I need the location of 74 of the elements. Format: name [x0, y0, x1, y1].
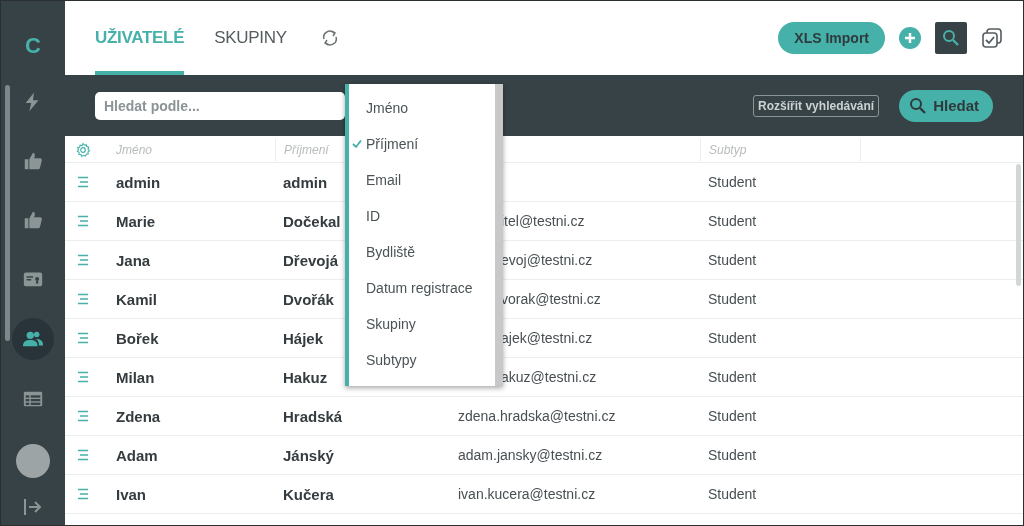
- table-cell-text: adam.jansky@testni.cz: [457, 447, 603, 463]
- menu-item[interactable]: Jméno: [349, 90, 479, 126]
- table-cell-text: itel@testni.cz: [500, 213, 585, 229]
- table-cell-text: Student: [707, 408, 757, 424]
- table-cell-text: Student: [707, 291, 757, 307]
- scrollbar[interactable]: [1016, 164, 1021, 286]
- table-cell-text: Jánský: [282, 446, 334, 464]
- refresh-icon[interactable]: [320, 29, 339, 47]
- menu-item[interactable]: Bydliště: [349, 234, 479, 270]
- settings-icon[interactable]: [75, 142, 91, 158]
- drag-handle-icon[interactable]: [75, 252, 91, 268]
- search-icon: [942, 29, 960, 47]
- drag-handle-icon[interactable]: [75, 447, 91, 463]
- table-cell-text: Dočekal: [282, 212, 341, 230]
- table-cell-text: Marie: [115, 212, 156, 230]
- scrollbar[interactable]: [5, 85, 10, 341]
- drag-handle-icon[interactable]: [75, 330, 91, 346]
- table-cell-text: Student: [707, 252, 757, 268]
- avatar[interactable]: [16, 444, 50, 478]
- table-cell-text: Jana: [115, 251, 151, 269]
- table-cell-text: Dřevojá: [282, 251, 339, 269]
- table-cell-text: Kamil: [115, 290, 157, 308]
- table-cell-text: Hájek: [282, 329, 324, 347]
- search-icon: [909, 96, 928, 115]
- expand-search-button[interactable]: Rozšířit vyhledávání: [753, 94, 880, 117]
- select-all-icon[interactable]: [981, 27, 1003, 49]
- menu-item[interactable]: Datum registrace: [349, 270, 479, 306]
- menu-item[interactable]: ID: [349, 198, 479, 234]
- drag-handle-icon[interactable]: [75, 486, 91, 502]
- xls-import-button[interactable]: XLS Import: [778, 22, 885, 54]
- thumbs-up-icon: [22, 150, 44, 172]
- drag-handle-icon[interactable]: [75, 291, 91, 307]
- table-cell-text: Ivan: [115, 485, 146, 503]
- table-cell-text: akuz@testni.cz: [500, 369, 597, 385]
- table-cell-text: Student: [707, 213, 757, 229]
- table-cell-text: Student: [707, 369, 757, 385]
- logout-icon[interactable]: [23, 498, 43, 516]
- table-cell-text: Zdena: [115, 407, 161, 425]
- table-cell-text: admin: [282, 173, 328, 191]
- logo[interactable]: C: [25, 33, 41, 63]
- table-cell-text: Student: [707, 330, 757, 346]
- table-cell-text: Student: [707, 447, 757, 463]
- add-icon[interactable]: [899, 27, 921, 49]
- search-toggle-button[interactable]: [935, 22, 967, 54]
- table-cell-text: evoj@testni.cz: [500, 252, 593, 268]
- table-cell-text: Milan: [115, 368, 155, 386]
- search-field[interactable]: Hledat podle...: [95, 91, 345, 120]
- drag-handle-icon[interactable]: [75, 213, 91, 229]
- table-cell-text: Kučera: [282, 485, 334, 503]
- table-cell-text: Student: [707, 486, 757, 502]
- search-button[interactable]: Hledat: [899, 89, 993, 122]
- table-cell-text: Dvořák: [282, 290, 334, 308]
- table-cell-text: zdena.hradska@testni.cz: [457, 408, 616, 424]
- table-cell-text: admin: [115, 173, 161, 191]
- menu-item[interactable]: Email: [349, 162, 479, 198]
- thumbs-up-icon: [22, 209, 44, 231]
- table-cell-text: Hradská: [282, 407, 343, 425]
- table-cell-text: Adam: [115, 446, 158, 464]
- table-cell-text: ivan.kucera@testni.cz: [457, 486, 596, 502]
- drag-handle-icon[interactable]: [75, 369, 91, 385]
- table-cell-text: Hakuz: [282, 368, 328, 386]
- menu-item[interactable]: Skupiny: [349, 306, 479, 342]
- table-cell-text: vorak@testni.cz: [500, 291, 601, 307]
- scrollbar[interactable]: [495, 84, 503, 386]
- tab[interactable]: SKUPINY: [214, 1, 287, 75]
- menu-item[interactable]: Subtypy: [349, 342, 479, 378]
- check-icon: [352, 139, 362, 149]
- menu-item[interactable]: Příjmení: [349, 126, 479, 162]
- sidebar-item[interactable]: [12, 318, 54, 360]
- drag-handle-icon[interactable]: [75, 174, 91, 190]
- table-cell-text: Bořek: [115, 329, 159, 347]
- drag-handle-icon[interactable]: [75, 408, 91, 424]
- table-cell-text: Student: [707, 174, 757, 190]
- table-cell-text: ajek@testni.cz: [500, 330, 593, 346]
